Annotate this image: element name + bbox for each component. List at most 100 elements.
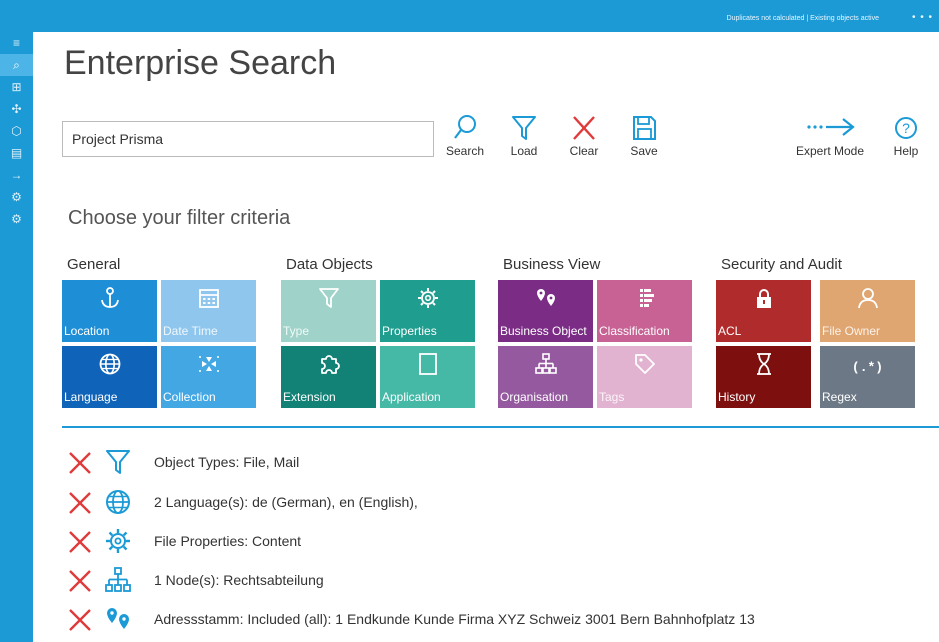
- criteria-row: Adressstamm: Included (all): 1 Endkunde …: [66, 605, 926, 635]
- collection-icon: [161, 352, 256, 376]
- load-button[interactable]: Load: [497, 114, 551, 158]
- tile-extension[interactable]: Extension: [281, 346, 376, 408]
- expert-mode-label: Expert Mode: [795, 144, 865, 158]
- save-button-label: Save: [630, 144, 658, 158]
- clear-button[interactable]: Clear: [557, 114, 611, 158]
- page-title: Enterprise Search: [64, 44, 337, 82]
- filter-icon: [281, 286, 376, 310]
- regex-symbol: (.*): [851, 360, 884, 375]
- tile-datetime[interactable]: Date Time: [161, 280, 256, 342]
- criteria-row: 1 Node(s): Rechtsabteilung: [66, 566, 926, 596]
- sidebar-cube-icon[interactable]: ⬡: [0, 120, 33, 142]
- regex-icon: (.*): [820, 358, 915, 382]
- tile-acl[interactable]: ACL: [716, 280, 811, 342]
- more-icon[interactable]: • • •: [912, 12, 933, 23]
- tile-collection[interactable]: Collection: [161, 346, 256, 408]
- anchor-icon: [62, 286, 157, 310]
- sidebar-settings-2-icon[interactable]: ⚙: [0, 208, 33, 230]
- sidebar-chart-icon[interactable]: ▤: [0, 142, 33, 164]
- criterion-text: 2 Language(s): de (German), en (English)…: [154, 494, 418, 510]
- tile-datetime-label: Date Time: [163, 324, 218, 338]
- filter-criteria-heading: Choose your filter criteria: [68, 207, 291, 229]
- filter-icon: [512, 116, 536, 140]
- save-button[interactable]: Save: [617, 114, 671, 158]
- remove-criterion-icon[interactable]: [66, 528, 94, 556]
- gear-icon: [380, 286, 475, 310]
- clear-button-label: Clear: [569, 144, 599, 158]
- search-button[interactable]: Search: [438, 114, 492, 158]
- criterion-text: Adressstamm: Included (all): 1 Endkunde …: [154, 611, 755, 627]
- remove-criterion-icon[interactable]: [66, 489, 94, 517]
- remove-criterion-icon[interactable]: [66, 449, 94, 477]
- tile-organisation[interactable]: Organisation: [498, 346, 593, 408]
- location-pins-icon: [107, 608, 129, 629]
- group-security-title: Security and Audit: [721, 256, 842, 273]
- tile-type-label: Type: [283, 324, 310, 338]
- criterion-text: Object Types: File, Mail: [154, 454, 300, 470]
- user-icon: [820, 286, 915, 310]
- search-button-label: Search: [445, 144, 485, 158]
- tile-business-object[interactable]: Business Object: [498, 280, 593, 342]
- tile-file-owner-label: File Owner: [822, 324, 881, 338]
- expert-mode-button[interactable]: Expert Mode: [788, 114, 872, 158]
- sidebar-settings-icon[interactable]: ⚙: [0, 186, 33, 208]
- svg-text:?: ?: [902, 120, 910, 136]
- tile-properties-label: Properties: [382, 324, 437, 338]
- globe-icon: [62, 352, 157, 376]
- tile-language[interactable]: Language: [62, 346, 157, 408]
- puzzle-icon: [281, 352, 376, 376]
- floppy-disk-icon: [633, 116, 656, 140]
- sidebar: ≡ ⌕ ⊞ ✣ ⬡ ▤ → ⚙ ⚙: [0, 32, 33, 642]
- tile-location-label: Location: [64, 324, 110, 338]
- globe-icon: [106, 490, 130, 514]
- tile-collection-label: Collection: [163, 390, 216, 404]
- search-input[interactable]: [62, 121, 434, 157]
- criteria-row: Object Types: File, Mail: [66, 448, 926, 478]
- tile-history[interactable]: History: [716, 346, 811, 408]
- help-button[interactable]: ? Help: [880, 114, 932, 158]
- top-bar: Duplicates not calculated | Existing obj…: [0, 0, 939, 32]
- tile-acl-label: ACL: [718, 324, 742, 338]
- help-icon: ?: [895, 117, 917, 139]
- dotted-arrow-icon: [807, 118, 855, 136]
- group-data-objects-title: Data Objects: [286, 256, 373, 273]
- gear-icon: [106, 529, 130, 553]
- tile-type[interactable]: Type: [281, 280, 376, 342]
- tile-file-owner[interactable]: File Owner: [820, 280, 915, 342]
- close-icon: [573, 116, 595, 140]
- tile-language-label: Language: [64, 390, 118, 404]
- tile-properties[interactable]: Properties: [380, 280, 475, 342]
- menu-icon[interactable]: ≡: [0, 32, 33, 54]
- remove-criterion-icon[interactable]: [66, 567, 94, 595]
- remove-criterion-icon[interactable]: [66, 606, 94, 634]
- sidebar-tree-icon[interactable]: ⊞: [0, 76, 33, 98]
- criterion-text: 1 Node(s): Rechtsabteilung: [154, 572, 324, 588]
- classification-icon: [597, 286, 692, 310]
- tile-location[interactable]: Location: [62, 280, 157, 342]
- group-business-view-title: Business View: [503, 256, 601, 273]
- hourglass-icon: [716, 352, 811, 376]
- tile-regex[interactable]: (.*) Regex: [820, 346, 915, 408]
- sidebar-move-icon[interactable]: ✣: [0, 98, 33, 120]
- criterion-text: File Properties: Content: [154, 533, 302, 549]
- tile-extension-label: Extension: [283, 390, 336, 404]
- status-text: Duplicates not calculated | Existing obj…: [726, 15, 879, 22]
- org-chart-icon: [498, 352, 593, 376]
- tile-application[interactable]: Application: [380, 346, 475, 408]
- tile-tags[interactable]: Tags: [597, 346, 692, 408]
- calendar-icon: [161, 286, 256, 310]
- sidebar-arrow-icon[interactable]: →: [0, 164, 33, 186]
- tile-regex-label: Regex: [822, 390, 857, 404]
- help-button-label: Help: [893, 144, 919, 158]
- tile-classification[interactable]: Classification: [597, 280, 692, 342]
- tile-business-object-label: Business Object: [500, 324, 587, 338]
- sidebar-search-icon[interactable]: ⌕: [0, 54, 33, 76]
- load-button-label: Load: [510, 144, 538, 158]
- tile-history-label: History: [718, 390, 756, 404]
- org-chart-icon: [105, 567, 131, 592]
- tile-tags-label: Tags: [599, 390, 625, 404]
- tile-organisation-label: Organisation: [500, 390, 569, 404]
- tile-classification-label: Classification: [599, 324, 670, 338]
- group-general-title: General: [67, 256, 121, 273]
- application-icon: [380, 352, 475, 376]
